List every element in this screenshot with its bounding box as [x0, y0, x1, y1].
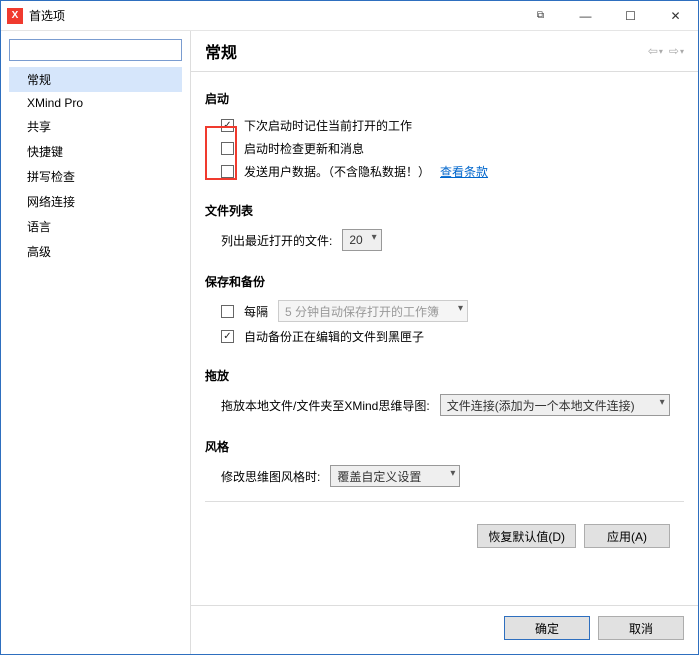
cancel-label: 取消	[629, 620, 653, 637]
arrow-right-icon: ⇨	[669, 44, 679, 58]
content: 启动 ✓ 下次启动时记住当前打开的工作 启动时检查更新和消息 发送用户数据。（不…	[191, 72, 698, 599]
close-button[interactable]: ✕	[653, 1, 698, 31]
sidebar-item-label: 共享	[27, 120, 51, 134]
row-style: 修改思维图风格时: 覆盖自定义设置	[221, 465, 684, 487]
page-title: 常规	[205, 39, 648, 63]
sidebar-item-share[interactable]: 共享	[9, 114, 182, 139]
dragdrop-select[interactable]: 文件连接(添加为一个本地文件连接)	[440, 394, 670, 416]
sidebar-item-language[interactable]: 语言	[9, 214, 182, 239]
maximize-icon: ☐	[625, 9, 636, 23]
style-select[interactable]: 覆盖自定义设置	[330, 465, 460, 487]
nav-back-button[interactable]: ⇦▾	[648, 44, 663, 58]
sidebar-item-general[interactable]: 常规	[9, 67, 182, 92]
row-remember: ✓ 下次启动时记住当前打开的工作	[221, 117, 684, 134]
recent-label: 列出最近打开的文件:	[221, 232, 332, 249]
apply-button[interactable]: 应用(A)	[584, 524, 670, 548]
restore-defaults-label: 恢复默认值(D)	[488, 528, 565, 545]
app-icon: X	[7, 8, 23, 24]
row-autobackup: ✓ 自动备份正在编辑的文件到黑匣子	[221, 328, 684, 345]
interval-select: 5 分钟自动保存打开的工作簿	[278, 300, 468, 322]
maximize-button[interactable]: ☐	[608, 1, 653, 31]
sidebar-item-network[interactable]: 网络连接	[9, 189, 182, 214]
footer: 确定 取消	[191, 605, 698, 654]
style-select-wrap: 覆盖自定义设置	[330, 465, 460, 487]
divider	[205, 501, 684, 502]
dragdrop-value: 文件连接(添加为一个本地文件连接)	[447, 397, 635, 414]
check-updates-checkbox[interactable]	[221, 142, 234, 155]
restore-defaults-button[interactable]: 恢复默认值(D)	[477, 524, 576, 548]
every-checkbox[interactable]	[221, 305, 234, 318]
dragdrop-select-wrap: 文件连接(添加为一个本地文件连接)	[440, 394, 670, 416]
chevron-down-icon: ▾	[680, 47, 684, 56]
sidebar-item-shortcuts[interactable]: 快捷键	[9, 139, 182, 164]
apply-label: 应用(A)	[607, 528, 647, 545]
close-icon: ✕	[670, 9, 680, 23]
main-panel: 常规 ⇦▾ ⇨▾ 启动 ✓ 下次启动时记住当前打开的工作 启动时检查更新和消息	[191, 31, 698, 654]
preferences-window: X 首选项 ⧉ — ☐ ✕ // render selection highli…	[0, 0, 699, 655]
row-recent: 列出最近打开的文件: 20	[221, 229, 684, 251]
section-filelist: 文件列表	[205, 202, 684, 219]
ok-button[interactable]: 确定	[504, 616, 590, 640]
section-backup: 保存和备份	[205, 273, 684, 290]
sidebar-item-label: 语言	[27, 220, 51, 234]
autobackup-label: 自动备份正在编辑的文件到黑匣子	[244, 328, 424, 345]
autobackup-checkbox[interactable]: ✓	[221, 330, 234, 343]
sidebar-item-label: XMind Pro	[27, 96, 83, 110]
cancel-button[interactable]: 取消	[598, 616, 684, 640]
row-dragdrop: 拖放本地文件/文件夹至XMind思维导图: 文件连接(添加为一个本地文件连接)	[221, 394, 684, 416]
recent-select-wrap: 20	[342, 229, 381, 251]
sidebar-item-label: 高级	[27, 245, 51, 259]
send-data-checkbox[interactable]	[221, 165, 234, 178]
chevron-down-icon: ▾	[659, 47, 663, 56]
remember-label: 下次启动时记住当前打开的工作	[244, 117, 412, 134]
style-label: 修改思维图风格时:	[221, 468, 320, 485]
arrow-left-icon: ⇦	[648, 44, 658, 58]
remember-checkbox[interactable]: ✓	[221, 119, 234, 132]
restore-button[interactable]: ⧉	[518, 1, 563, 31]
filter-input[interactable]	[9, 39, 182, 61]
section-dragdrop: 拖放	[205, 367, 684, 384]
interval-value: 5 分钟自动保存打开的工作簿	[285, 303, 439, 320]
section-startup: 启动	[205, 90, 684, 107]
every-label: 每隔	[244, 303, 268, 320]
sidebar: // render selection highlight look by ov…	[1, 31, 191, 654]
recent-select[interactable]: 20	[342, 229, 381, 251]
main-header: 常规 ⇦▾ ⇨▾	[191, 31, 698, 72]
sidebar-item-label: 常规	[27, 73, 51, 87]
sidebar-item-advanced[interactable]: 高级	[9, 239, 182, 264]
ok-label: 确定	[535, 620, 559, 637]
nav-list: 常规 XMind Pro 共享 快捷键 拼写检查 网络连接 语言 高级	[9, 67, 182, 264]
recent-value: 20	[349, 233, 362, 247]
interval-select-wrap: 5 分钟自动保存打开的工作簿	[278, 300, 468, 322]
nav-history: ⇦▾ ⇨▾	[648, 44, 684, 58]
sidebar-item-spellcheck[interactable]: 拼写检查	[9, 164, 182, 189]
row-check-updates: 启动时检查更新和消息	[221, 140, 684, 157]
row-every: 每隔 5 分钟自动保存打开的工作簿	[221, 300, 684, 322]
inner-buttons: 恢复默认值(D) 应用(A)	[205, 516, 684, 548]
sidebar-item-label: 快捷键	[27, 145, 63, 159]
send-data-label: 发送用户数据。（不含隐私数据！）	[244, 163, 430, 180]
row-send-data: 发送用户数据。（不含隐私数据！） 查看条款	[221, 163, 684, 180]
minimize-icon: —	[580, 9, 592, 23]
sidebar-item-xmind-pro[interactable]: XMind Pro	[9, 92, 182, 114]
minimize-button[interactable]: —	[563, 1, 608, 31]
style-value: 覆盖自定义设置	[337, 468, 421, 485]
section-style: 风格	[205, 438, 684, 455]
dragdrop-label: 拖放本地文件/文件夹至XMind思维导图:	[221, 397, 430, 414]
sidebar-item-label: 网络连接	[27, 195, 75, 209]
window-title: 首选项	[29, 7, 65, 24]
check-updates-label: 启动时检查更新和消息	[244, 140, 364, 157]
view-terms-link[interactable]: 查看条款	[440, 163, 488, 180]
nav-forward-button[interactable]: ⇨▾	[669, 44, 684, 58]
restore-icon: ⧉	[537, 10, 544, 21]
sidebar-item-label: 拼写检查	[27, 170, 75, 184]
titlebar: X 首选项 ⧉ — ☐ ✕	[1, 1, 698, 31]
